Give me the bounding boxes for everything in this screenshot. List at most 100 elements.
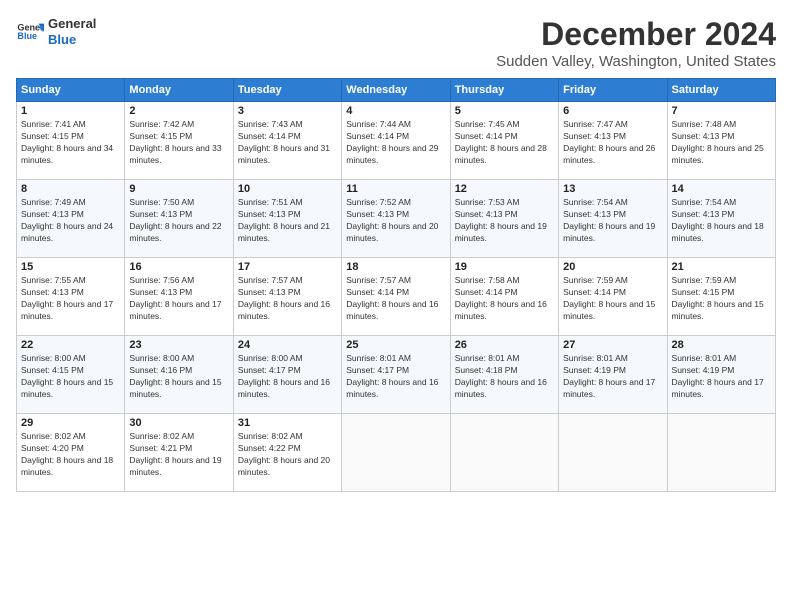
- main-container: General Blue General Blue December 2024 …: [0, 0, 792, 500]
- day-info: Sunrise: 8:01 AM Sunset: 4:19 PM Dayligh…: [672, 353, 771, 401]
- day-number: 18: [346, 261, 445, 273]
- calendar-cell: 21 Sunrise: 7:59 AM Sunset: 4:15 PM Dayl…: [667, 258, 775, 336]
- calendar-cell: 4 Sunrise: 7:44 AM Sunset: 4:14 PM Dayli…: [342, 102, 450, 180]
- day-number: 27: [563, 339, 662, 351]
- calendar-cell: 9 Sunrise: 7:50 AM Sunset: 4:13 PM Dayli…: [125, 180, 233, 258]
- day-info: Sunrise: 7:49 AM Sunset: 4:13 PM Dayligh…: [21, 197, 120, 245]
- calendar-cell: 26 Sunrise: 8:01 AM Sunset: 4:18 PM Dayl…: [450, 336, 558, 414]
- calendar-cell: [450, 414, 558, 492]
- calendar-table: SundayMondayTuesdayWednesdayThursdayFrid…: [16, 78, 776, 492]
- calendar-cell: 30 Sunrise: 8:02 AM Sunset: 4:21 PM Dayl…: [125, 414, 233, 492]
- day-info: Sunrise: 7:52 AM Sunset: 4:13 PM Dayligh…: [346, 197, 445, 245]
- day-number: 8: [21, 183, 120, 195]
- day-info: Sunrise: 7:48 AM Sunset: 4:13 PM Dayligh…: [672, 119, 771, 167]
- day-info: Sunrise: 7:57 AM Sunset: 4:14 PM Dayligh…: [346, 275, 445, 323]
- calendar-week-row: 15 Sunrise: 7:55 AM Sunset: 4:13 PM Dayl…: [17, 258, 776, 336]
- month-title: December 2024: [496, 16, 776, 53]
- calendar-cell: 10 Sunrise: 7:51 AM Sunset: 4:13 PM Dayl…: [233, 180, 341, 258]
- calendar-cell: [559, 414, 667, 492]
- calendar-week-row: 22 Sunrise: 8:00 AM Sunset: 4:15 PM Dayl…: [17, 336, 776, 414]
- day-number: 22: [21, 339, 120, 351]
- day-info: Sunrise: 7:57 AM Sunset: 4:13 PM Dayligh…: [238, 275, 337, 323]
- location-title: Sudden Valley, Washington, United States: [496, 53, 776, 70]
- day-number: 26: [455, 339, 554, 351]
- day-info: Sunrise: 7:50 AM Sunset: 4:13 PM Dayligh…: [129, 197, 228, 245]
- weekday-header: Monday: [125, 79, 233, 102]
- calendar-cell: 17 Sunrise: 7:57 AM Sunset: 4:13 PM Dayl…: [233, 258, 341, 336]
- day-info: Sunrise: 7:53 AM Sunset: 4:13 PM Dayligh…: [455, 197, 554, 245]
- weekday-header: Tuesday: [233, 79, 341, 102]
- day-info: Sunrise: 7:44 AM Sunset: 4:14 PM Dayligh…: [346, 119, 445, 167]
- calendar-cell: 29 Sunrise: 8:02 AM Sunset: 4:20 PM Dayl…: [17, 414, 125, 492]
- calendar-cell: [342, 414, 450, 492]
- weekday-header: Thursday: [450, 79, 558, 102]
- weekday-header: Saturday: [667, 79, 775, 102]
- calendar-cell: 25 Sunrise: 8:01 AM Sunset: 4:17 PM Dayl…: [342, 336, 450, 414]
- day-number: 2: [129, 105, 228, 117]
- day-number: 10: [238, 183, 337, 195]
- calendar-cell: 28 Sunrise: 8:01 AM Sunset: 4:19 PM Dayl…: [667, 336, 775, 414]
- weekday-header: Wednesday: [342, 79, 450, 102]
- day-info: Sunrise: 8:02 AM Sunset: 4:22 PM Dayligh…: [238, 431, 337, 479]
- day-number: 15: [21, 261, 120, 273]
- calendar-cell: 1 Sunrise: 7:41 AM Sunset: 4:15 PM Dayli…: [17, 102, 125, 180]
- calendar-cell: 13 Sunrise: 7:54 AM Sunset: 4:13 PM Dayl…: [559, 180, 667, 258]
- day-info: Sunrise: 7:45 AM Sunset: 4:14 PM Dayligh…: [455, 119, 554, 167]
- day-info: Sunrise: 7:41 AM Sunset: 4:15 PM Dayligh…: [21, 119, 120, 167]
- logo-icon: General Blue: [16, 18, 44, 46]
- day-number: 21: [672, 261, 771, 273]
- day-number: 30: [129, 417, 228, 429]
- day-number: 4: [346, 105, 445, 117]
- calendar-week-row: 1 Sunrise: 7:41 AM Sunset: 4:15 PM Dayli…: [17, 102, 776, 180]
- day-info: Sunrise: 7:42 AM Sunset: 4:15 PM Dayligh…: [129, 119, 228, 167]
- day-info: Sunrise: 8:00 AM Sunset: 4:15 PM Dayligh…: [21, 353, 120, 401]
- calendar-week-row: 29 Sunrise: 8:02 AM Sunset: 4:20 PM Dayl…: [17, 414, 776, 492]
- calendar-cell: 22 Sunrise: 8:00 AM Sunset: 4:15 PM Dayl…: [17, 336, 125, 414]
- day-info: Sunrise: 8:01 AM Sunset: 4:17 PM Dayligh…: [346, 353, 445, 401]
- calendar-cell: 5 Sunrise: 7:45 AM Sunset: 4:14 PM Dayli…: [450, 102, 558, 180]
- day-number: 13: [563, 183, 662, 195]
- calendar-cell: 18 Sunrise: 7:57 AM Sunset: 4:14 PM Dayl…: [342, 258, 450, 336]
- calendar-cell: 16 Sunrise: 7:56 AM Sunset: 4:13 PM Dayl…: [125, 258, 233, 336]
- calendar-cell: 7 Sunrise: 7:48 AM Sunset: 4:13 PM Dayli…: [667, 102, 775, 180]
- svg-text:Blue: Blue: [17, 31, 37, 41]
- logo-text-general: General: [48, 16, 96, 32]
- day-number: 23: [129, 339, 228, 351]
- calendar-cell: 24 Sunrise: 8:00 AM Sunset: 4:17 PM Dayl…: [233, 336, 341, 414]
- calendar-cell: 14 Sunrise: 7:54 AM Sunset: 4:13 PM Dayl…: [667, 180, 775, 258]
- day-number: 12: [455, 183, 554, 195]
- day-info: Sunrise: 7:54 AM Sunset: 4:13 PM Dayligh…: [563, 197, 662, 245]
- calendar-cell: 11 Sunrise: 7:52 AM Sunset: 4:13 PM Dayl…: [342, 180, 450, 258]
- day-info: Sunrise: 7:59 AM Sunset: 4:15 PM Dayligh…: [672, 275, 771, 323]
- day-number: 16: [129, 261, 228, 273]
- day-info: Sunrise: 7:55 AM Sunset: 4:13 PM Dayligh…: [21, 275, 120, 323]
- header: General Blue General Blue December 2024 …: [16, 16, 776, 70]
- calendar-cell: 27 Sunrise: 8:01 AM Sunset: 4:19 PM Dayl…: [559, 336, 667, 414]
- calendar-cell: 3 Sunrise: 7:43 AM Sunset: 4:14 PM Dayli…: [233, 102, 341, 180]
- calendar-cell: 12 Sunrise: 7:53 AM Sunset: 4:13 PM Dayl…: [450, 180, 558, 258]
- logo-text-blue: Blue: [48, 32, 96, 48]
- day-info: Sunrise: 8:01 AM Sunset: 4:19 PM Dayligh…: [563, 353, 662, 401]
- day-info: Sunrise: 7:56 AM Sunset: 4:13 PM Dayligh…: [129, 275, 228, 323]
- day-number: 17: [238, 261, 337, 273]
- day-info: Sunrise: 7:43 AM Sunset: 4:14 PM Dayligh…: [238, 119, 337, 167]
- calendar-cell: 2 Sunrise: 7:42 AM Sunset: 4:15 PM Dayli…: [125, 102, 233, 180]
- day-number: 20: [563, 261, 662, 273]
- day-number: 11: [346, 183, 445, 195]
- day-number: 3: [238, 105, 337, 117]
- weekday-header: Friday: [559, 79, 667, 102]
- day-number: 5: [455, 105, 554, 117]
- day-info: Sunrise: 7:47 AM Sunset: 4:13 PM Dayligh…: [563, 119, 662, 167]
- day-info: Sunrise: 8:02 AM Sunset: 4:20 PM Dayligh…: [21, 431, 120, 479]
- title-block: December 2024 Sudden Valley, Washington,…: [496, 16, 776, 70]
- calendar-cell: 15 Sunrise: 7:55 AM Sunset: 4:13 PM Dayl…: [17, 258, 125, 336]
- calendar-cell: 6 Sunrise: 7:47 AM Sunset: 4:13 PM Dayli…: [559, 102, 667, 180]
- calendar-cell: 19 Sunrise: 7:58 AM Sunset: 4:14 PM Dayl…: [450, 258, 558, 336]
- calendar-cell: 23 Sunrise: 8:00 AM Sunset: 4:16 PM Dayl…: [125, 336, 233, 414]
- day-number: 1: [21, 105, 120, 117]
- calendar-cell: 8 Sunrise: 7:49 AM Sunset: 4:13 PM Dayli…: [17, 180, 125, 258]
- day-info: Sunrise: 8:01 AM Sunset: 4:18 PM Dayligh…: [455, 353, 554, 401]
- day-number: 7: [672, 105, 771, 117]
- day-number: 28: [672, 339, 771, 351]
- day-info: Sunrise: 7:54 AM Sunset: 4:13 PM Dayligh…: [672, 197, 771, 245]
